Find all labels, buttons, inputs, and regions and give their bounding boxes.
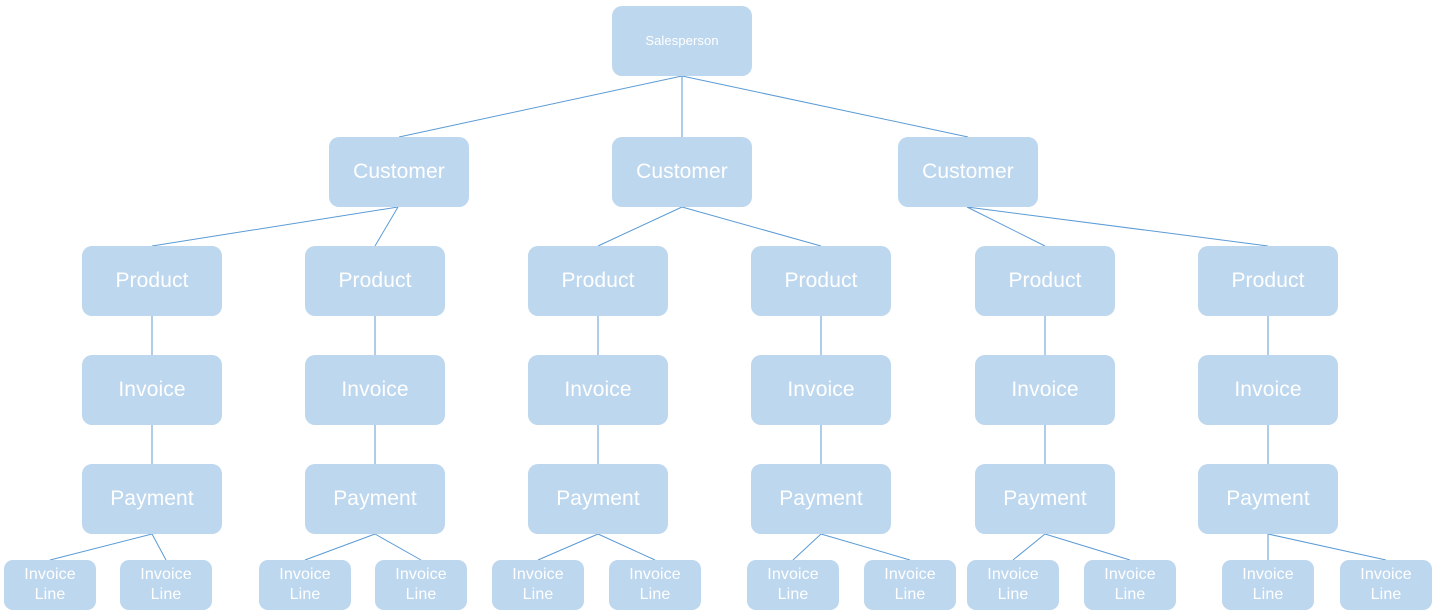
node-il1[interactable]: Invoice Line: [4, 560, 96, 610]
node-pa5[interactable]: Payment: [975, 464, 1115, 534]
node-il7[interactable]: Invoice Line: [747, 560, 839, 610]
node-il11[interactable]: Invoice Line: [1222, 560, 1314, 610]
node-il4[interactable]: Invoice Line: [375, 560, 467, 610]
node-cu3[interactable]: Customer: [898, 137, 1038, 207]
node-in3[interactable]: Invoice: [528, 355, 668, 425]
node-in2[interactable]: Invoice: [305, 355, 445, 425]
node-pa2[interactable]: Payment: [305, 464, 445, 534]
node-il12[interactable]: Invoice Line: [1340, 560, 1432, 610]
node-in6[interactable]: Invoice: [1198, 355, 1338, 425]
node-sp1[interactable]: Salesperson: [612, 6, 752, 76]
node-il5[interactable]: Invoice Line: [492, 560, 584, 610]
node-pr5[interactable]: Product: [975, 246, 1115, 316]
node-cu1[interactable]: Customer: [329, 137, 469, 207]
node-il2[interactable]: Invoice Line: [120, 560, 212, 610]
diagram-canvas: Salesperson Customer Customer Customer Produ…: [0, 0, 1436, 610]
node-pa3[interactable]: Payment: [528, 464, 668, 534]
node-cu2[interactable]: Customer: [612, 137, 752, 207]
node-il3[interactable]: Invoice Line: [259, 560, 351, 610]
node-il6[interactable]: Invoice Line: [609, 560, 701, 610]
node-pa1[interactable]: Payment: [82, 464, 222, 534]
node-pr6[interactable]: Product: [1198, 246, 1338, 316]
node-in5[interactable]: Invoice: [975, 355, 1115, 425]
node-pa6[interactable]: Payment: [1198, 464, 1338, 534]
node-pr1[interactable]: Product: [82, 246, 222, 316]
node-pr4[interactable]: Product: [751, 246, 891, 316]
node-il10[interactable]: Invoice Line: [1084, 560, 1176, 610]
node-in1[interactable]: Invoice: [82, 355, 222, 425]
node-il9[interactable]: Invoice Line: [967, 560, 1059, 610]
node-in4[interactable]: Invoice: [751, 355, 891, 425]
node-pr3[interactable]: Product: [528, 246, 668, 316]
node-layer: Salesperson Customer Customer Customer Produ…: [0, 0, 1436, 610]
node-pr2[interactable]: Product: [305, 246, 445, 316]
node-pa4[interactable]: Payment: [751, 464, 891, 534]
node-il8[interactable]: Invoice Line: [864, 560, 956, 610]
